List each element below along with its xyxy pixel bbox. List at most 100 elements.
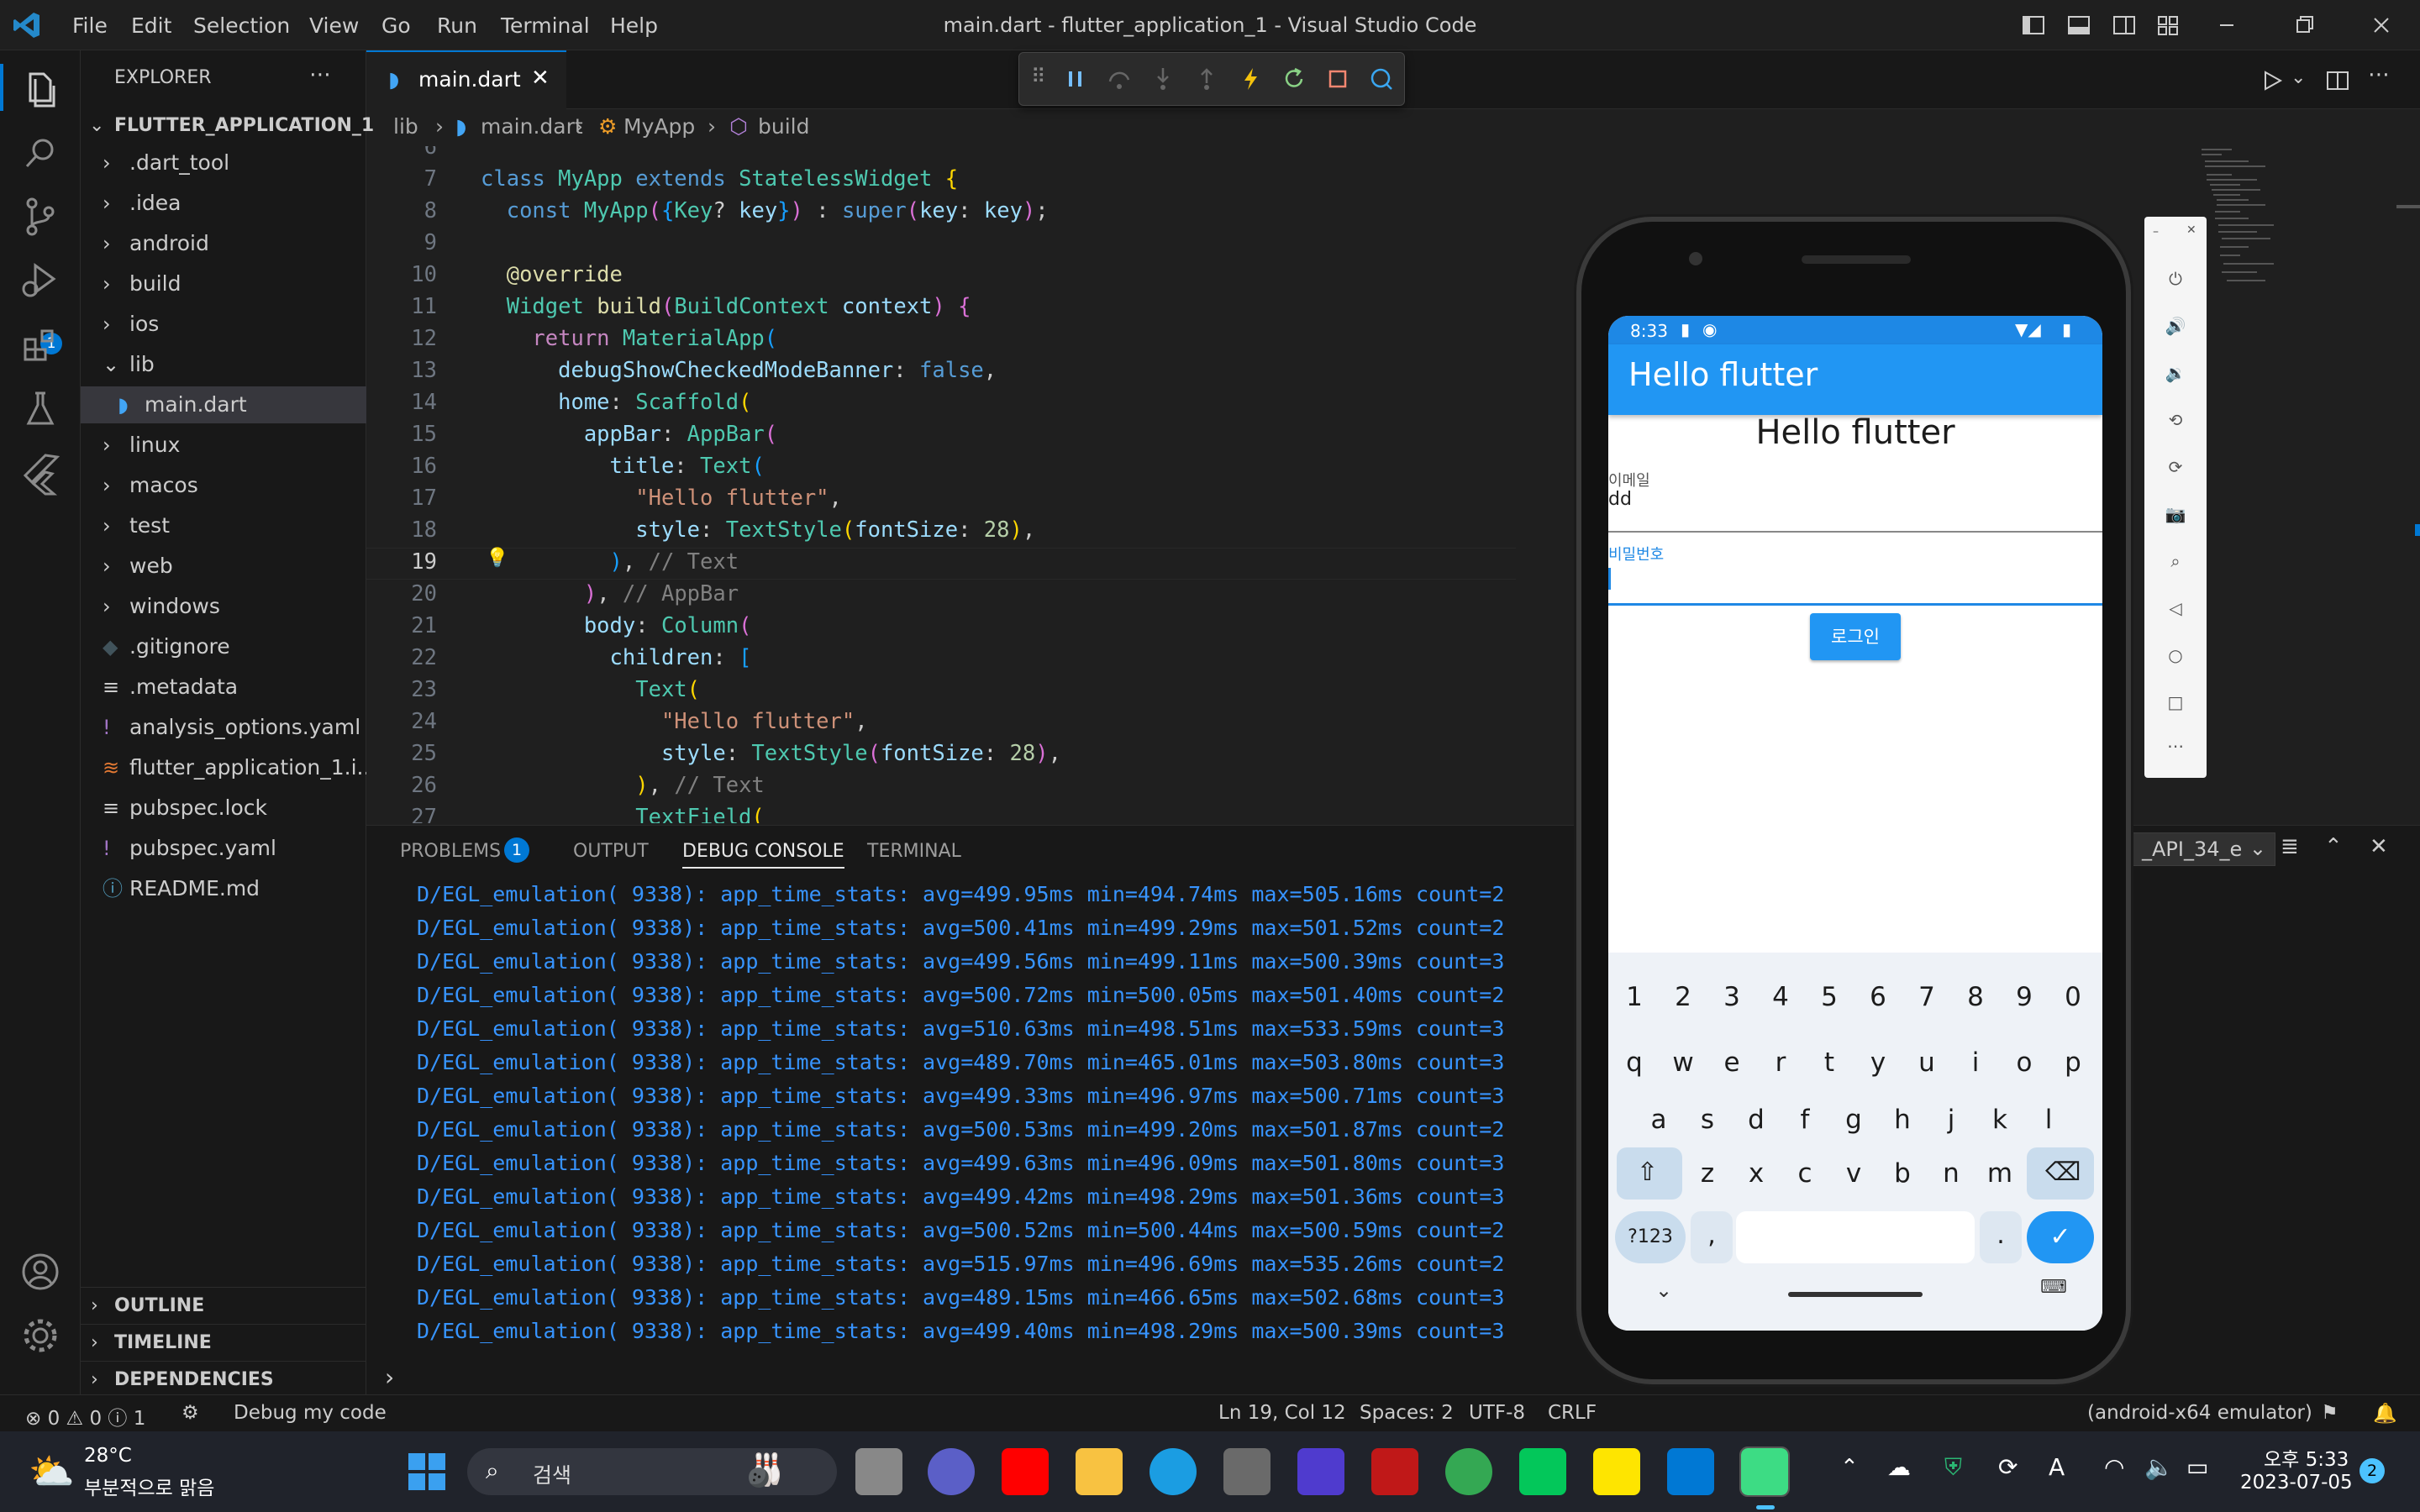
screenshot-camera-icon[interactable]: 📷 — [2163, 504, 2188, 529]
feedback-icon[interactable]: ⚑ — [2321, 1402, 2338, 1424]
key-n[interactable]: n — [1928, 1147, 1974, 1200]
cursor-position[interactable]: Ln 19, Col 12 — [1218, 1402, 1346, 1424]
email-input[interactable]: dd — [1608, 489, 1632, 510]
naver-icon[interactable] — [1519, 1448, 1566, 1495]
tab-terminal[interactable]: TERMINAL — [867, 841, 961, 862]
explorer-item[interactable]: › linux — [81, 427, 366, 464]
key-j[interactable]: j — [1928, 1094, 1974, 1146]
menu-terminal[interactable]: Terminal — [501, 13, 590, 38]
symbols-key[interactable]: ?123 — [1615, 1211, 1686, 1263]
rotate-right-icon[interactable]: ⟳ — [2163, 457, 2188, 482]
minimap[interactable] — [2198, 146, 2299, 297]
search-icon[interactable] — [15, 128, 66, 178]
emulator-minimize-icon[interactable]: – — [2153, 225, 2159, 239]
editor-more-icon[interactable]: ⋯ — [2368, 62, 2390, 87]
rotate-left-icon[interactable]: ⟲ — [2163, 410, 2188, 435]
tray-overflow-icon[interactable]: ⌃ — [1840, 1455, 1859, 1480]
overview-icon[interactable]: □ — [2163, 692, 2188, 717]
toggle-secondary-sidebar-icon[interactable] — [2109, 10, 2139, 40]
explorer-item[interactable]: ≋ flutter_application_1.i... — [81, 749, 376, 786]
dependencies-section[interactable]: › DEPENDENCIES — [81, 1361, 366, 1398]
close-window-icon[interactable] — [2366, 10, 2396, 40]
tab-main-dart[interactable]: ◗ main.dart ✕ — [366, 50, 566, 109]
youtube-icon[interactable] — [1002, 1448, 1049, 1495]
key-p[interactable]: p — [2050, 1037, 2096, 1089]
taskbar-search[interactable]: ⌕ 검색 🎳 — [467, 1448, 837, 1495]
key-8[interactable]: 8 — [1953, 971, 1998, 1023]
key-5[interactable]: 5 — [1807, 971, 1852, 1023]
source-control-icon[interactable] — [15, 192, 66, 242]
breadcrumb-lib[interactable]: lib — [393, 114, 418, 139]
accounts-icon[interactable] — [15, 1247, 66, 1297]
key-2[interactable]: 2 — [1660, 971, 1706, 1023]
gesture-nav-bar[interactable] — [1788, 1292, 1923, 1297]
enter-check-key[interactable]: ✓ — [2027, 1211, 2094, 1263]
tab-debug-console[interactable]: DEBUG CONSOLE — [682, 841, 844, 869]
mcafee-icon[interactable] — [1371, 1448, 1418, 1495]
explorer-item[interactable]: ! pubspec.yaml — [81, 830, 366, 867]
devtools-icon[interactable] — [1367, 65, 1396, 93]
menu-view[interactable]: View — [309, 13, 359, 38]
debug-config[interactable]: Debug my code — [234, 1402, 387, 1424]
manage-gear-icon[interactable] — [15, 1310, 66, 1361]
breadcrumb-file[interactable]: main.dart — [481, 114, 583, 139]
explorer-item[interactable]: › build — [81, 265, 366, 302]
android-emulator-icon[interactable] — [1739, 1446, 1790, 1497]
clock-time[interactable]: 오후 5:33 — [2264, 1443, 2349, 1472]
breadcrumb-class[interactable]: MyApp — [623, 114, 695, 139]
console-input-prompt-icon[interactable]: › — [385, 1363, 394, 1391]
close-tab-icon[interactable]: ✕ — [531, 66, 550, 91]
keyboard-switch-icon[interactable]: ⌨ — [2040, 1277, 2067, 1298]
key-v[interactable]: v — [1831, 1147, 1876, 1200]
key-m[interactable]: m — [1977, 1147, 2023, 1200]
tab-problems[interactable]: PROBLEMS — [400, 841, 501, 862]
device-status[interactable]: (android-x64 emulator) — [2087, 1402, 2312, 1424]
kakaotalk-icon[interactable] — [1593, 1448, 1640, 1495]
debug-console-output[interactable]: D/EGL_emulation( 9338): app_time_stats: … — [417, 878, 1593, 1348]
tab-output[interactable]: OUTPUT — [573, 841, 649, 862]
ime-icon[interactable]: A — [2049, 1453, 2065, 1481]
explorer-item[interactable]: ≡ .metadata — [81, 669, 366, 706]
minimize-icon[interactable] — [2212, 10, 2242, 40]
restore-icon[interactable] — [2289, 10, 2319, 40]
extensions-icon[interactable] — [15, 319, 66, 370]
sync-icon[interactable]: ⟳ — [1998, 1453, 2018, 1481]
close-panel-icon[interactable]: ✕ — [2370, 834, 2388, 859]
more-actions-icon[interactable]: ⋯ — [309, 62, 331, 87]
flutter-icon[interactable] — [15, 447, 66, 497]
run-icon[interactable] — [2257, 66, 2287, 96]
edge-icon[interactable] — [1150, 1448, 1197, 1495]
file-explorer-icon[interactable] — [1076, 1448, 1123, 1495]
onedrive-icon[interactable]: ☁ — [1887, 1453, 1911, 1481]
home-icon[interactable]: ○ — [2163, 645, 2188, 670]
key-g[interactable]: g — [1831, 1094, 1876, 1146]
key-x[interactable]: x — [1733, 1147, 1779, 1200]
battery-icon[interactable]: ▭ — [2186, 1453, 2208, 1481]
explorer-item[interactable]: › web — [81, 548, 366, 585]
comma-key[interactable]: , — [1691, 1211, 1733, 1263]
volume-up-icon[interactable]: 🔊 — [2163, 316, 2188, 341]
key-w[interactable]: w — [1660, 1037, 1706, 1089]
hot-reload-icon[interactable] — [1236, 65, 1265, 93]
weather-desc[interactable]: 부분적으로 맑음 — [84, 1472, 214, 1500]
backspace-key[interactable]: ⌫ — [2027, 1147, 2094, 1200]
device-select[interactable]: _API_34_e ⌄ — [2133, 832, 2275, 866]
key-o[interactable]: o — [2002, 1037, 2047, 1089]
breadcrumb-method[interactable]: build — [758, 114, 809, 139]
step-into-icon[interactable] — [1149, 65, 1177, 93]
explorer-item[interactable]: ! analysis_options.yaml — [81, 709, 366, 746]
explorer-item[interactable]: › windows — [81, 588, 366, 625]
vscode-taskbar-icon[interactable] — [1667, 1448, 1714, 1495]
run-debug-icon[interactable] — [15, 255, 66, 306]
weather-temp[interactable]: 28°C — [84, 1445, 132, 1467]
key-l[interactable]: l — [2026, 1094, 2071, 1146]
explorer-root[interactable]: ⌄ FLUTTER_APPLICATION_1 — [81, 108, 374, 144]
key-q[interactable]: q — [1612, 1037, 1657, 1089]
key-c[interactable]: c — [1782, 1147, 1828, 1200]
hide-keyboard-icon[interactable]: ⌄ — [1655, 1278, 1672, 1302]
key-6[interactable]: 6 — [1855, 971, 1901, 1023]
explorer-item[interactable]: › .dart_tool — [81, 144, 366, 181]
password-input[interactable] — [1608, 603, 2102, 606]
customize-layout-icon[interactable] — [2153, 10, 2183, 40]
indentation[interactable]: Spaces: 2 — [1360, 1402, 1454, 1424]
